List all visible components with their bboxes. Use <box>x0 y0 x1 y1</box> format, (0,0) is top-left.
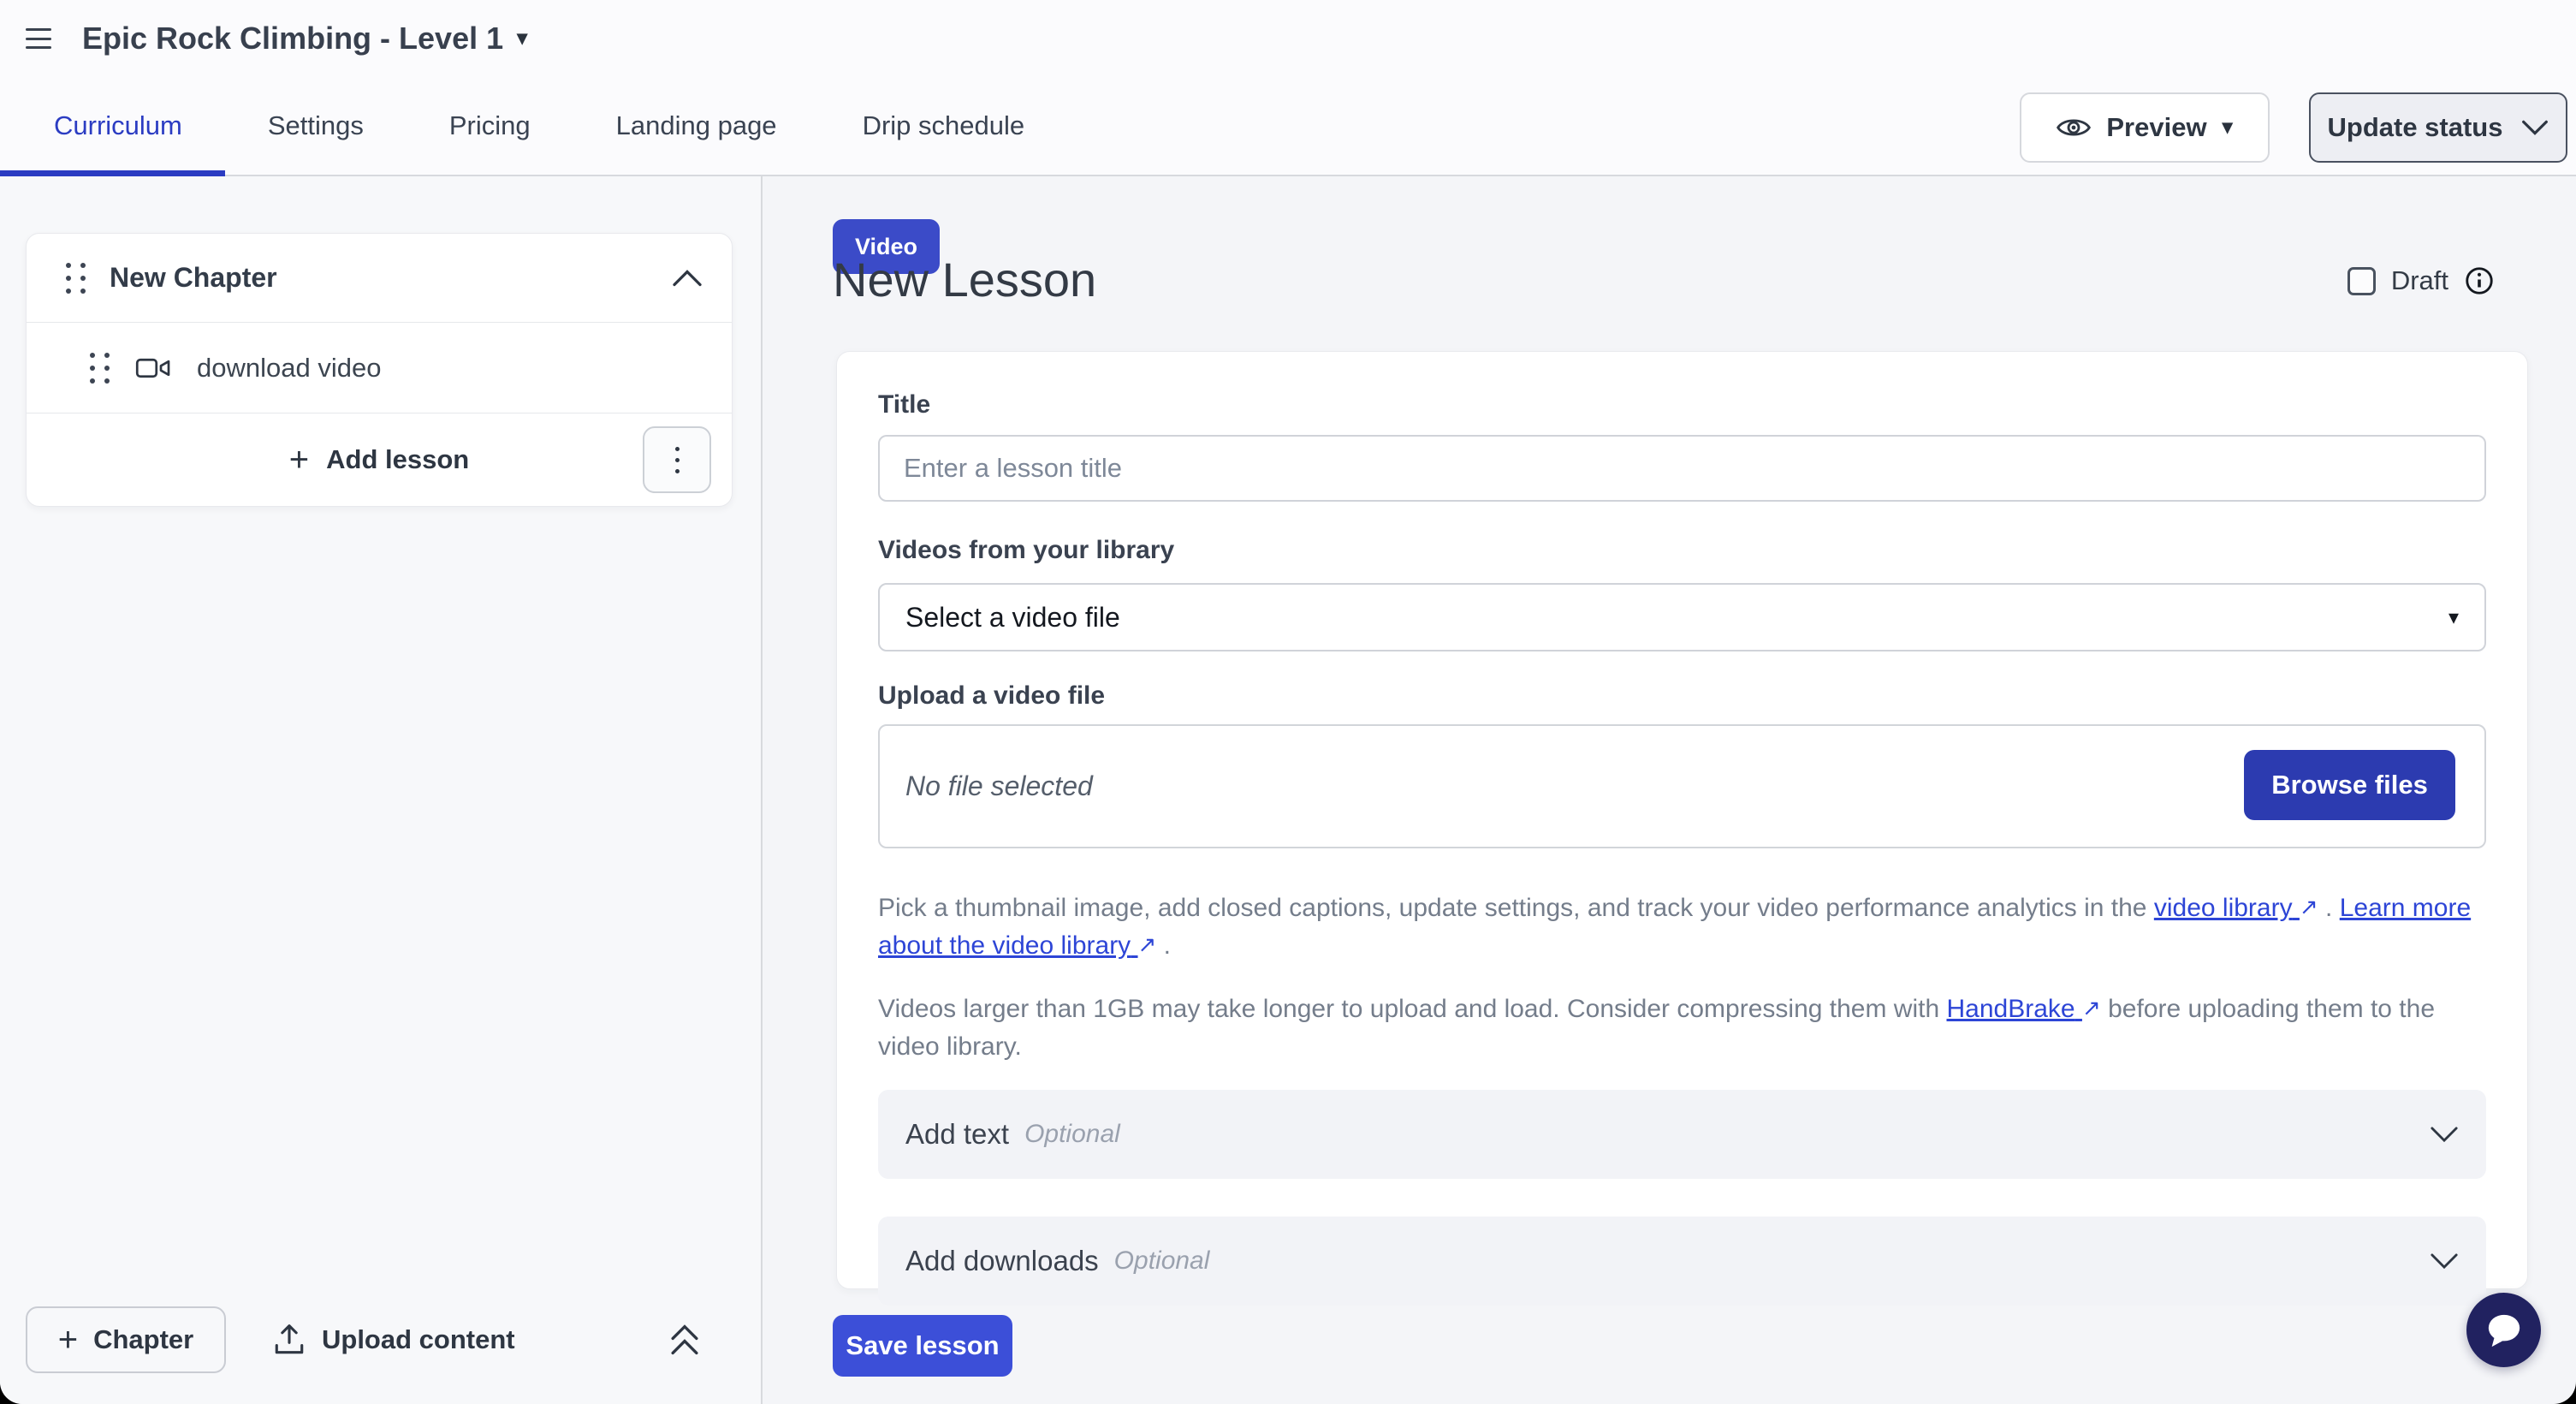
lesson-title-input[interactable] <box>878 435 2486 502</box>
add-downloads-accordion[interactable]: Add downloads Optional <box>878 1217 2486 1306</box>
help-text: Pick a thumbnail image, add closed capti… <box>878 894 2154 922</box>
plus-icon: + <box>289 443 309 477</box>
add-lesson-button[interactable]: + Add lesson <box>289 443 469 477</box>
no-file-text: No file selected <box>905 770 1093 802</box>
course-builder-app: Epic Rock Climbing - Level 1 ▾ Curriculu… <box>0 0 2576 1404</box>
external-link-icon: ↗ <box>2082 989 2101 1026</box>
curriculum-sidebar: New Chapter download video + Add lesson <box>0 176 763 1404</box>
chat-bubble-icon <box>2484 1312 2524 1349</box>
tab-pricing[interactable]: Pricing <box>407 77 573 175</box>
tab-curriculum[interactable]: Curriculum <box>0 77 225 175</box>
chapter-title: New Chapter <box>110 262 277 294</box>
draft-toggle-row: Draft <box>2347 265 2495 296</box>
chevron-down-icon <box>2521 119 2549 136</box>
drag-handle-icon[interactable] <box>90 353 110 384</box>
course-title-dropdown[interactable]: Epic Rock Climbing - Level 1 ▾ <box>82 21 527 57</box>
sidebar-footer: + Chapter Upload content <box>0 1284 761 1404</box>
draft-label: Draft <box>2391 265 2448 296</box>
lesson-row[interactable]: download video <box>27 323 732 413</box>
eye-icon <box>2057 115 2091 140</box>
tab-settings[interactable]: Settings <box>225 77 407 175</box>
video-library-select[interactable]: Select a video file ▾ <box>878 583 2486 651</box>
course-title: Epic Rock Climbing - Level 1 <box>82 21 503 57</box>
drag-handle-icon[interactable] <box>66 263 86 294</box>
chapter-card: New Chapter download video + Add lesson <box>26 233 733 507</box>
help-text: . <box>2318 894 2340 922</box>
update-status-button[interactable]: Update status <box>2309 92 2567 163</box>
draft-checkbox[interactable] <box>2347 267 2376 295</box>
chat-widget-button[interactable] <box>2466 1293 2541 1367</box>
compression-help-text: Videos larger than 1GB may take longer t… <box>878 991 2486 1066</box>
handbrake-link[interactable]: HandBrake ↗ <box>1947 995 2101 1023</box>
update-status-label: Update status <box>2328 112 2503 143</box>
chapter-footer-row: + Add lesson <box>27 413 732 506</box>
collapse-double-chevron-up-icon[interactable] <box>668 1323 701 1357</box>
chevron-up-icon[interactable] <box>672 269 703 288</box>
info-icon[interactable] <box>2464 265 2495 296</box>
upload-content-button[interactable]: Upload content <box>274 1323 515 1357</box>
add-chapter-label: Chapter <box>93 1324 193 1355</box>
upload-content-label: Upload content <box>322 1324 515 1355</box>
caret-down-icon: ▾ <box>2223 117 2233 138</box>
video-camera-icon <box>135 355 171 381</box>
optional-label: Optional <box>1114 1246 1210 1276</box>
lesson-form-card: Title Videos from your library Select a … <box>836 351 2528 1289</box>
select-value: Select a video file <box>905 602 1120 634</box>
top-bar: Epic Rock Climbing - Level 1 ▾ <box>0 0 2576 77</box>
title-field-label: Title <box>878 390 2486 419</box>
add-lesson-label: Add lesson <box>326 444 469 475</box>
upload-field-label: Upload a video file <box>878 681 2486 711</box>
help-text: . <box>1156 931 1171 960</box>
external-link-icon: ↗ <box>1138 925 1157 963</box>
preview-button[interactable]: Preview ▾ <box>2020 92 2270 163</box>
help-text: Videos larger than 1GB may take longer t… <box>878 995 1947 1023</box>
tab-bar: Curriculum Settings Pricing Landing page… <box>0 77 2576 176</box>
add-chapter-button[interactable]: + Chapter <box>26 1306 226 1373</box>
chapter-options-menu-button[interactable] <box>643 426 711 493</box>
optional-label: Optional <box>1024 1120 1120 1149</box>
lesson-title: download video <box>197 353 381 384</box>
library-field-label: Videos from your library <box>878 536 2486 565</box>
tab-landing-page[interactable]: Landing page <box>573 77 820 175</box>
add-text-accordion[interactable]: Add text Optional <box>878 1090 2486 1179</box>
plus-icon: + <box>58 1323 78 1357</box>
caret-down-icon: ▾ <box>2448 605 2459 630</box>
hamburger-menu-icon[interactable] <box>26 28 51 49</box>
file-upload-area[interactable]: No file selected Browse files <box>878 724 2486 848</box>
chevron-down-icon <box>2430 1252 2459 1270</box>
chevron-down-icon <box>2430 1125 2459 1144</box>
caret-down-icon: ▾ <box>517 28 527 49</box>
save-lesson-button[interactable]: Save lesson <box>833 1315 1012 1377</box>
page-title: New Lesson <box>833 252 1096 307</box>
preview-button-label: Preview <box>2106 112 2206 143</box>
tab-drip-schedule[interactable]: Drip schedule <box>820 77 1068 175</box>
upload-icon <box>274 1323 305 1357</box>
add-text-label: Add text <box>905 1118 1009 1151</box>
chapter-header-row[interactable]: New Chapter <box>27 234 732 323</box>
browse-files-button[interactable]: Browse files <box>2244 750 2455 820</box>
lesson-editor: Video New Lesson Draft Title Videos from… <box>764 176 2576 1404</box>
video-library-help-text: Pick a thumbnail image, add closed capti… <box>878 889 2486 965</box>
add-downloads-label: Add downloads <box>905 1245 1099 1277</box>
video-library-link[interactable]: video library ↗ <box>2154 894 2318 922</box>
external-link-icon: ↗ <box>2300 888 2318 925</box>
